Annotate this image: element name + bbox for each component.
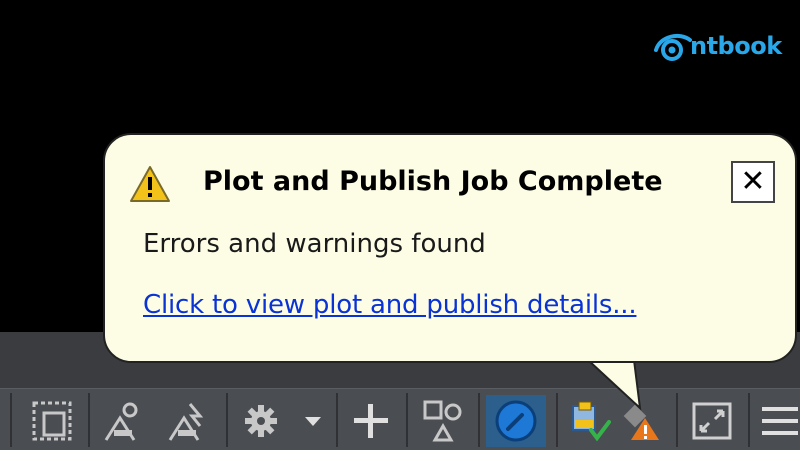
fullscreen-icon [692, 402, 732, 440]
annotation-visibility-button[interactable] [160, 395, 214, 447]
annotation-monitor-button[interactable] [344, 395, 398, 447]
annotation-scale-button[interactable] [96, 395, 150, 447]
workspace-dropdown-button[interactable] [298, 395, 328, 447]
status-bar [0, 388, 800, 450]
notification-warning [128, 164, 172, 204]
watermark-logo: ntbook [650, 26, 782, 66]
hardware-acceleration-icon [495, 400, 537, 442]
annotation-monitor-plus-icon [354, 404, 388, 438]
status-separator [226, 393, 228, 447]
dropdown-arrow-icon [305, 417, 321, 426]
workspace-switch-button[interactable] [236, 395, 286, 447]
annotation-scale-icon [104, 402, 138, 441]
hardware-acceleration-button[interactable] [486, 395, 546, 447]
status-separator [10, 393, 12, 447]
fullscreen-button[interactable] [684, 395, 740, 447]
eye-swoosh-logo-icon [654, 33, 692, 61]
customization-menu-button[interactable] [756, 395, 800, 447]
notification-title: Plot and Publish Job Complete [203, 166, 663, 197]
status-separator [406, 393, 408, 447]
viewport-frame-icon [32, 401, 72, 441]
status-separator [478, 393, 480, 447]
isolate-objects-icon [423, 400, 462, 442]
watermark-brand-text: ntbook [690, 32, 782, 60]
status-separator [556, 393, 558, 447]
notification-message: Errors and warnings found [143, 229, 486, 259]
workspace-gear-icon [245, 405, 277, 437]
isolate-objects-button[interactable] [414, 395, 472, 447]
plot-publish-complete-icon [572, 401, 611, 442]
plot-publish-complete-button[interactable] [564, 395, 616, 447]
plot-publish-warning-icon [623, 404, 659, 440]
close-button[interactable]: ✕ [731, 161, 775, 203]
status-separator [88, 393, 90, 447]
close-icon: ✕ [740, 164, 766, 199]
customization-menu-icon [762, 407, 798, 435]
plot-publish-warning-button[interactable] [618, 395, 664, 447]
view-details-link[interactable]: Click to view plot and publish details..… [143, 290, 637, 320]
status-separator [748, 393, 750, 447]
status-separator [336, 393, 338, 447]
viewport-frame-button[interactable] [26, 395, 78, 447]
status-separator [676, 393, 678, 447]
annotation-visibility-icon [168, 403, 204, 441]
warning-triangle-icon [130, 166, 170, 202]
